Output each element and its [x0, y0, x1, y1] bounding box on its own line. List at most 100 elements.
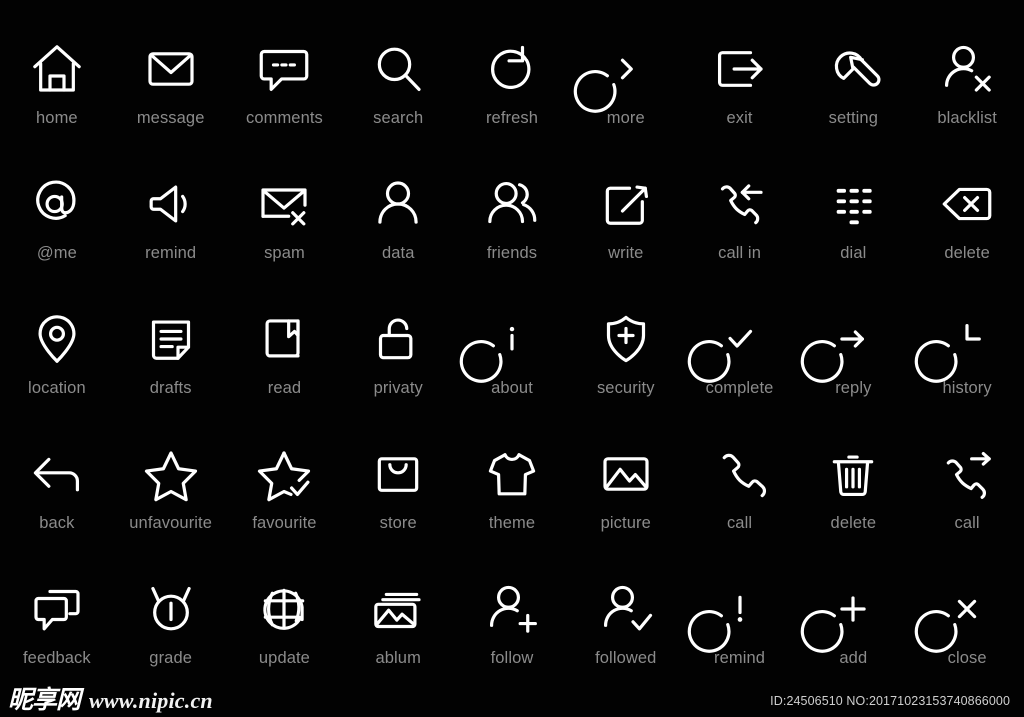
keypad-icon[interactable]: [822, 173, 884, 235]
envelope-x-icon[interactable]: [253, 173, 315, 235]
star-check-icon[interactable]: [253, 443, 315, 505]
user-plus-icon[interactable]: [481, 578, 543, 640]
icon-cell-remind[interactable]: remind: [114, 173, 228, 308]
refresh-arrow-icon[interactable]: [481, 38, 543, 100]
icon-cell-home[interactable]: home: [0, 38, 114, 173]
trash-can-icon[interactable]: [822, 443, 884, 505]
icon-cell-privaty[interactable]: privaty: [341, 308, 455, 443]
shield-plus-icon[interactable]: [595, 308, 657, 370]
double-chat-bubble-icon[interactable]: [26, 578, 88, 640]
user-icon[interactable]: [367, 173, 429, 235]
icon-cell-message[interactable]: message: [114, 38, 228, 173]
globe-grid-icon[interactable]: [253, 578, 315, 640]
icon-cell-favourite[interactable]: favourite: [228, 443, 342, 578]
icon-cell-dial[interactable]: dial: [796, 173, 910, 308]
icon-cell-read[interactable]: read: [228, 308, 342, 443]
icon-cell-write[interactable]: write: [569, 173, 683, 308]
home-icon[interactable]: [26, 38, 88, 100]
icon-cell-unfavourite[interactable]: unfavourite: [114, 443, 228, 578]
envelope-icon[interactable]: [140, 38, 202, 100]
icon-cell-more[interactable]: more: [569, 38, 683, 173]
icon-cell-drafts[interactable]: drafts: [114, 308, 228, 443]
icon-cell-setting[interactable]: setting: [796, 38, 910, 173]
icon-label: followed: [595, 649, 657, 667]
icon-label: delete: [830, 514, 877, 532]
document-lines-icon[interactable]: [140, 308, 202, 370]
icon-label: remind: [145, 244, 197, 262]
users-icon[interactable]: [481, 173, 543, 235]
icon-label: call: [954, 514, 980, 532]
icon-cell-call-in[interactable]: call in: [683, 173, 797, 308]
icon-cell-back[interactable]: back: [0, 443, 114, 578]
icon-cell-call[interactable]: call: [683, 443, 797, 578]
icon-label: close: [947, 649, 987, 667]
icon-cell-delete[interactable]: delete: [796, 443, 910, 578]
icon-cell-security[interactable]: security: [569, 308, 683, 443]
user-check-icon[interactable]: [595, 578, 657, 640]
icon-grid: home message comments search refresh more exit…: [0, 38, 1024, 713]
icon-cell-blacklist[interactable]: blacklist: [910, 38, 1024, 173]
circle-check-icon[interactable]: [709, 308, 771, 370]
icon-label: @me: [36, 244, 77, 262]
icon-cell-comments[interactable]: comments: [228, 38, 342, 173]
icon-cell-history[interactable]: history: [910, 308, 1024, 443]
medal-icon[interactable]: [140, 578, 202, 640]
circle-exclamation-icon[interactable]: [709, 578, 771, 640]
icon-cell-reply[interactable]: reply: [796, 308, 910, 443]
icon-label: read: [267, 379, 302, 397]
icon-label: add: [839, 649, 868, 667]
circle-x-icon[interactable]: [936, 578, 998, 640]
icon-label: dial: [840, 244, 867, 262]
icon-label: remind: [714, 649, 766, 667]
pencil-square-icon[interactable]: [595, 173, 657, 235]
image-mountain-icon[interactable]: [595, 443, 657, 505]
image-stack-icon[interactable]: [367, 578, 429, 640]
icon-cell--me[interactable]: @me: [0, 173, 114, 308]
circle-chevron-right-icon[interactable]: [595, 38, 657, 100]
phone-incoming-icon[interactable]: [709, 173, 771, 235]
icon-cell-delete[interactable]: delete: [910, 173, 1024, 308]
icon-cell-exit[interactable]: exit: [683, 38, 797, 173]
speech-bubble-dots-icon[interactable]: [253, 38, 315, 100]
icon-label: unfavourite: [129, 514, 213, 532]
icon-label: reply: [835, 379, 872, 397]
icon-cell-location[interactable]: location: [0, 308, 114, 443]
icon-cell-call[interactable]: call: [910, 443, 1024, 578]
speaker-icon[interactable]: [140, 173, 202, 235]
icon-cell-data[interactable]: data: [341, 173, 455, 308]
icon-label: theme: [488, 514, 536, 532]
icon-cell-friends[interactable]: friends: [455, 173, 569, 308]
phone-outgoing-icon[interactable]: [936, 443, 998, 505]
circle-arrow-right-icon[interactable]: [822, 308, 884, 370]
icon-cell-search[interactable]: search: [341, 38, 455, 173]
icon-label: history: [942, 379, 992, 397]
exit-arrow-icon[interactable]: [709, 38, 771, 100]
circle-info-icon[interactable]: [481, 308, 543, 370]
circle-plus-icon[interactable]: [822, 578, 884, 640]
map-pin-icon[interactable]: [26, 308, 88, 370]
clock-icon[interactable]: [936, 308, 998, 370]
at-circle-icon[interactable]: [26, 173, 88, 235]
icon-label: message: [136, 109, 205, 127]
icon-cell-complete[interactable]: complete: [683, 308, 797, 443]
backspace-x-icon[interactable]: [936, 173, 998, 235]
magnifier-icon[interactable]: [367, 38, 429, 100]
icon-cell-refresh[interactable]: refresh: [455, 38, 569, 173]
tshirt-icon[interactable]: [481, 443, 543, 505]
book-bookmark-icon[interactable]: [253, 308, 315, 370]
icon-label: call: [726, 514, 753, 532]
icon-label: more: [606, 109, 645, 127]
icon-cell-store[interactable]: store: [341, 443, 455, 578]
icon-label: security: [596, 379, 655, 397]
icon-cell-spam[interactable]: spam: [228, 173, 342, 308]
wrench-icon[interactable]: [822, 38, 884, 100]
phone-handset-icon[interactable]: [709, 443, 771, 505]
icon-cell-about[interactable]: about: [455, 308, 569, 443]
star-outline-icon[interactable]: [140, 443, 202, 505]
icon-cell-theme[interactable]: theme: [455, 443, 569, 578]
shopping-bag-icon[interactable]: [367, 443, 429, 505]
icon-cell-picture[interactable]: picture: [569, 443, 683, 578]
arrow-left-return-icon[interactable]: [26, 443, 88, 505]
user-x-icon[interactable]: [936, 38, 998, 100]
unlock-icon[interactable]: [367, 308, 429, 370]
